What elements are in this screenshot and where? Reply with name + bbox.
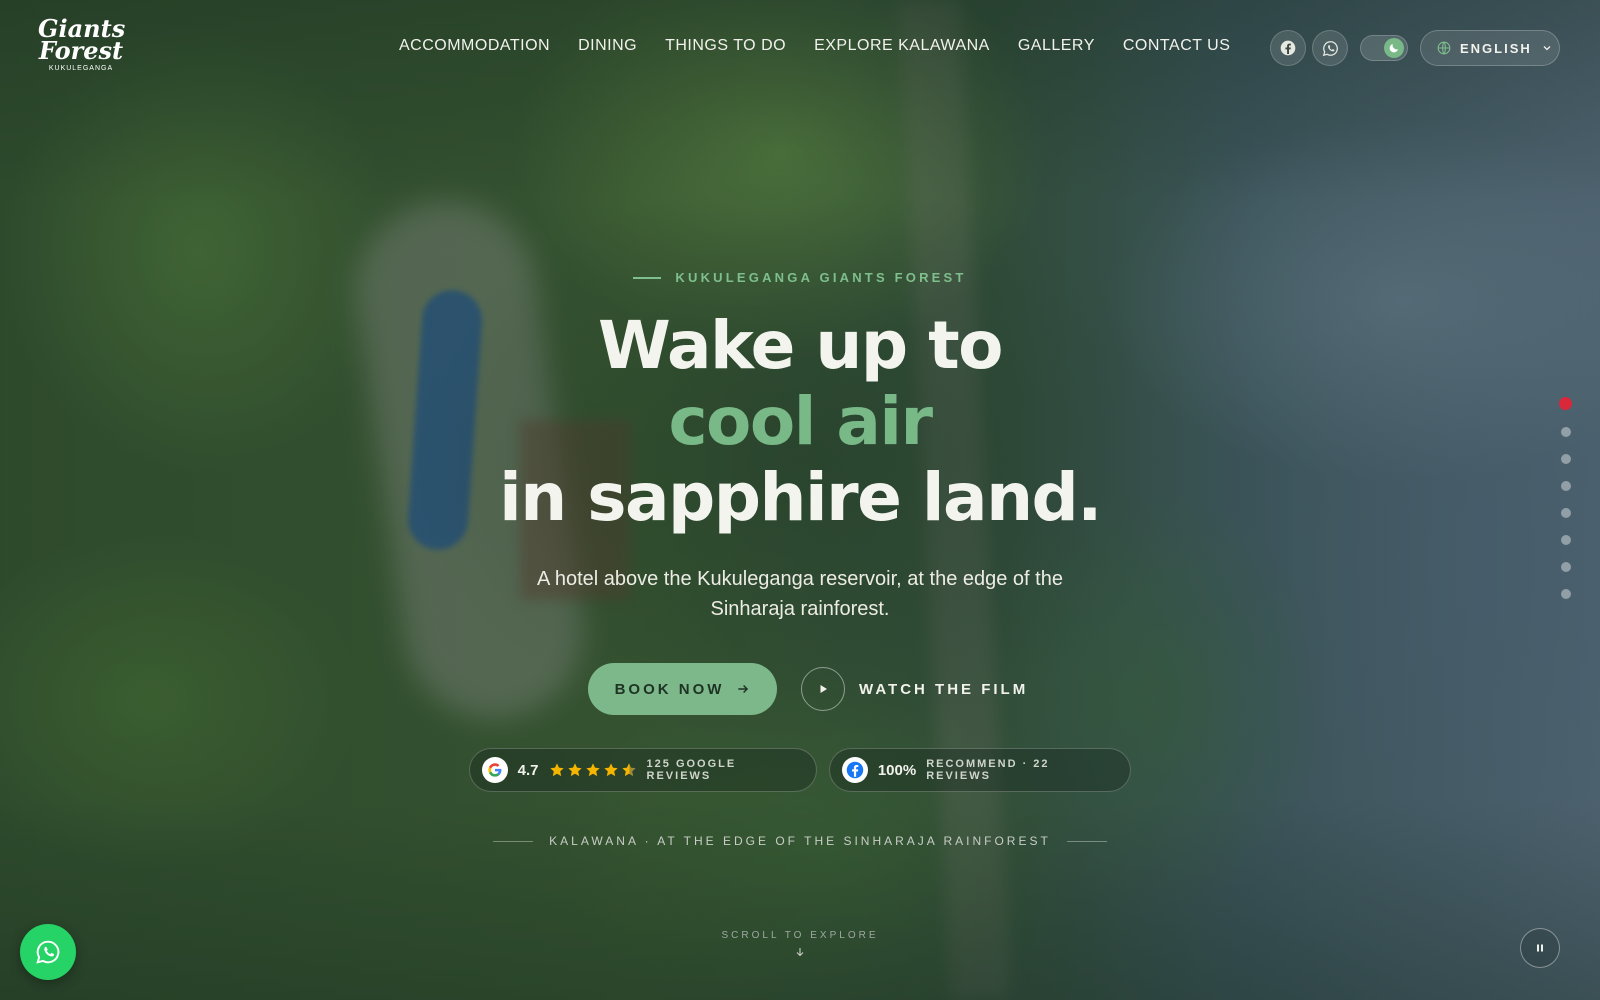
slide-dot[interactable]: [1559, 397, 1572, 410]
whatsapp-icon: [1322, 40, 1338, 56]
pause-video-button[interactable]: [1520, 928, 1560, 968]
theme-toggle[interactable]: [1360, 35, 1408, 61]
arrow-down-icon: [796, 948, 804, 957]
location-line: KALAWANA · AT THE EDGE OF THE SINHARAJA …: [0, 834, 1600, 848]
nav-accommodation[interactable]: ACCOMMODATION: [399, 37, 550, 55]
google-logo-icon: [482, 757, 508, 783]
whatsapp-icon: [36, 940, 60, 964]
eyebrow-divider: [633, 276, 662, 279]
star-icon: [567, 763, 582, 777]
pause-icon: [1537, 944, 1543, 952]
book-now-label: BOOK NOW: [614, 680, 725, 698]
headline-line-3: in sapphire land.: [499, 459, 1102, 536]
google-reviews-label: 125 GOOGLE REVIEWS: [646, 758, 737, 782]
logo-wordmark: Giants Forest: [38, 14, 126, 65]
nav-gallery[interactable]: GALLERY: [1018, 37, 1095, 55]
globe-icon: [1437, 41, 1451, 55]
scroll-hint-label: SCROLL TO EXPLORE: [721, 930, 879, 941]
language-label: ENGLISH: [1460, 40, 1532, 56]
star-icon: [549, 763, 564, 777]
star-half-icon: [621, 763, 636, 777]
slide-dot[interactable]: [1560, 535, 1571, 545]
top-nav: Giants Forest KUKULEGANGA ACCOMMODATION …: [0, 0, 1600, 96]
location-divider-right: [1066, 840, 1107, 842]
hero-headline: Wake up to cool air in sapphire land.: [0, 308, 1600, 536]
headline-line-1: Wake up to: [598, 307, 1003, 384]
nav-things-to-do[interactable]: THINGS TO DO: [665, 37, 786, 55]
watch-film-button[interactable]: WATCH THE FILM: [801, 667, 1028, 711]
book-now-button[interactable]: BOOK NOW: [588, 663, 777, 715]
slide-dot[interactable]: [1560, 427, 1571, 437]
facebook-reviews-badge[interactable]: 100% RECOMMEND · 22 REVIEWS: [829, 748, 1131, 792]
arrow-right-icon: [738, 684, 749, 694]
slide-dot[interactable]: [1560, 481, 1571, 491]
slide-dot[interactable]: [1560, 454, 1571, 464]
star-icon: [585, 763, 600, 777]
whatsapp-button[interactable]: [1312, 30, 1348, 66]
facebook-icon: [1280, 40, 1296, 56]
scroll-hint[interactable]: SCROLL TO EXPLORE: [0, 930, 1600, 963]
watch-film-label: WATCH THE FILM: [859, 680, 1029, 698]
chevron-down-icon: [1543, 46, 1551, 51]
language-selector[interactable]: ENGLISH: [1420, 30, 1560, 66]
hero-tagline: A hotel above the Kukuleganga reservoir,…: [537, 568, 1063, 620]
play-button[interactable]: [801, 667, 845, 711]
location-text: KALAWANA · AT THE EDGE OF THE SINHARAJA …: [549, 834, 1051, 848]
facebook-recommend-percent: 100%: [877, 761, 917, 779]
brand-logo[interactable]: Giants Forest KUKULEGANGA: [38, 14, 126, 78]
location-divider-left: [493, 840, 534, 842]
slide-dot[interactable]: [1560, 562, 1571, 572]
main-menu: ACCOMMODATION DINING THINGS TO DO EXPLOR…: [399, 37, 1230, 55]
eyebrow-text: KUKULEGANGA GIANTS FOREST: [675, 270, 967, 285]
play-icon: [820, 685, 827, 693]
moon-icon: [1389, 44, 1398, 53]
star-icon: [603, 763, 618, 777]
facebook-button[interactable]: [1270, 30, 1306, 66]
facebook-logo-icon: [842, 757, 868, 783]
facebook-reviews-label: RECOMMEND · 22 REVIEWS: [926, 758, 1050, 782]
google-rating: 4.7: [517, 761, 539, 779]
whatsapp-chat-button[interactable]: [20, 924, 76, 980]
google-reviews-badge[interactable]: 4.7 125 GOOGLE REVIEWS: [469, 748, 817, 792]
headline-line-2: cool air: [668, 383, 933, 460]
slide-dot[interactable]: [1560, 508, 1571, 518]
nav-dining[interactable]: DINING: [578, 37, 637, 55]
slide-indicator: [1559, 397, 1572, 599]
hero-eyebrow: KUKULEGANGA GIANTS FOREST: [0, 270, 1600, 285]
nav-explore-kalawana[interactable]: EXPLORE KALAWANA: [814, 37, 990, 55]
nav-contact-us[interactable]: CONTACT US: [1123, 37, 1231, 55]
star-rating: [549, 762, 637, 778]
logo-subtitle: KUKULEGANGA: [48, 65, 114, 72]
slide-dot[interactable]: [1560, 589, 1571, 599]
